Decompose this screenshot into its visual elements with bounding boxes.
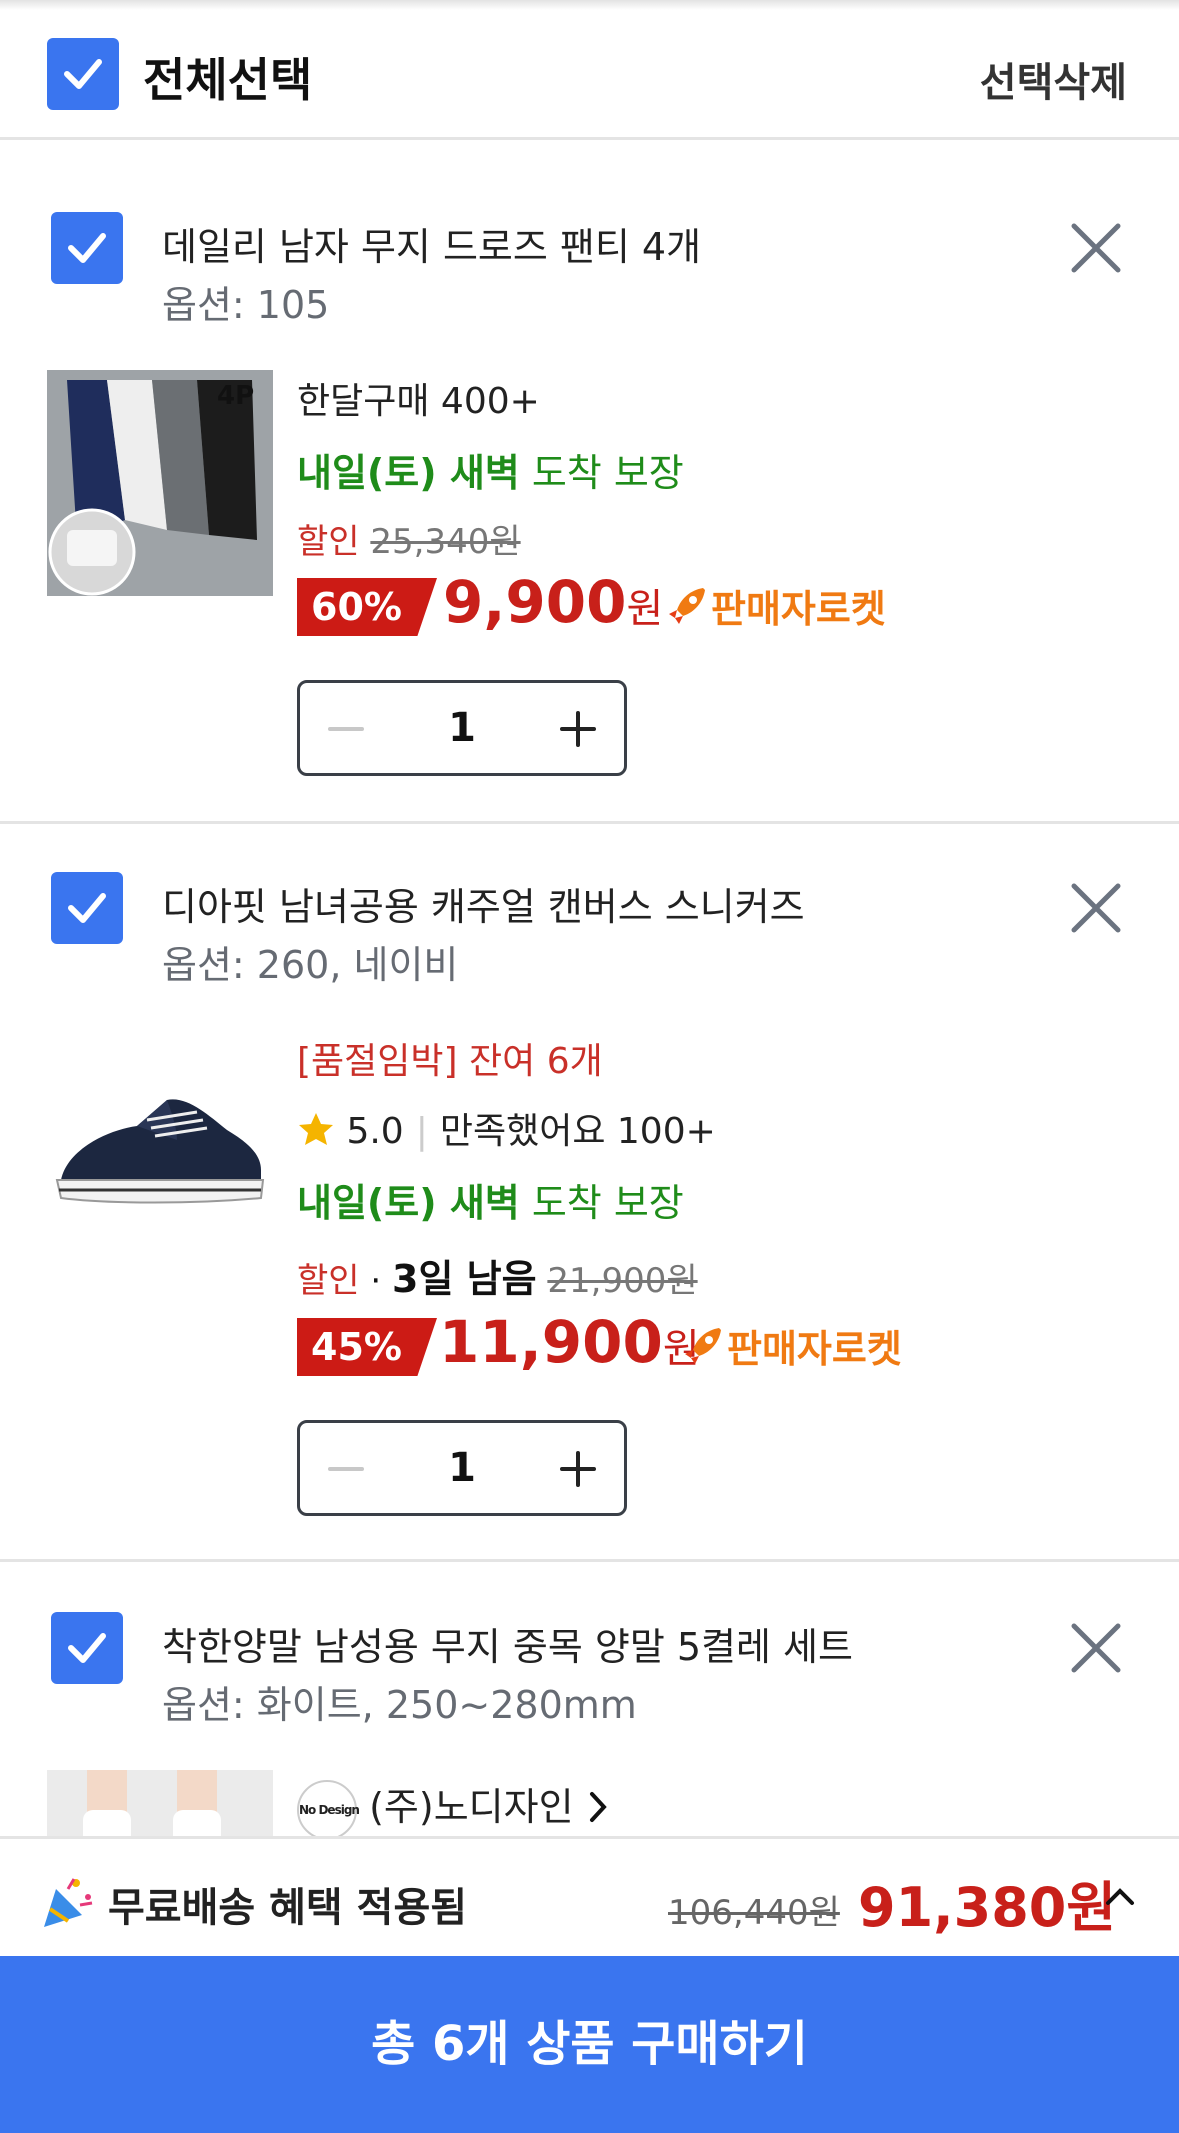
- item-checkbox[interactable]: [51, 1612, 123, 1684]
- party-popper-icon: [44, 1878, 93, 1927]
- order-summary-bar[interactable]: 무료배송 혜택 적용됨 106,440원 91,380원: [0, 1836, 1179, 1956]
- svg-text:4P: 4P: [217, 381, 254, 411]
- price-info: 할인 25,340원: [297, 522, 521, 562]
- cart-item: 착한양말 남성용 무지 중목 양말 5켤레 세트 옵션: 화이트, 250~28…: [0, 1540, 1179, 1836]
- close-icon[interactable]: [1068, 1620, 1124, 1676]
- item-checkbox[interactable]: [51, 212, 123, 284]
- item-option: 옵션: 105: [162, 283, 330, 327]
- free-shipping-notice: 무료배송 혜택 적용됨: [108, 1885, 468, 1931]
- sneaker-image: [55, 1099, 265, 1204]
- rocket-icon: [669, 588, 705, 624]
- underwear-image: 4P: [47, 370, 273, 596]
- check-icon: [64, 59, 102, 89]
- monthly-purchase: 한달구매 400+: [297, 381, 540, 422]
- discount-badge: 45%: [297, 1318, 437, 1376]
- plus-icon[interactable]: [556, 1447, 600, 1491]
- item-name[interactable]: 데일리 남자 무지 드로즈 팬티 4개: [162, 216, 701, 271]
- select-all-label: 전체선택: [143, 53, 313, 107]
- star-icon: [299, 1113, 333, 1145]
- item-option: 옵션: 화이트, 250~280mm: [162, 1683, 637, 1727]
- product-thumbnail[interactable]: [47, 1030, 273, 1256]
- order-total: 91,380원: [858, 1876, 1117, 1939]
- seller-row[interactable]: No Design (주)노디자인: [297, 1776, 610, 1836]
- chevron-right-icon: [589, 1792, 607, 1822]
- cart-item: 데일리 남자 무지 드로즈 팬티 4개 옵션: 105 4P 한달구매 400+…: [0, 140, 1179, 823]
- item-name[interactable]: 디아핏 남녀공용 캐주얼 캔버스 스니커즈: [162, 876, 805, 931]
- rocket-icon: [685, 1328, 721, 1364]
- seller-logo: No Design: [297, 1779, 360, 1836]
- plus-icon[interactable]: [556, 707, 600, 751]
- delivery-promise: 내일(토) 새벽 도착 보장: [297, 1181, 684, 1225]
- product-thumbnail[interactable]: 4P: [47, 370, 273, 596]
- check-icon: [68, 1633, 106, 1663]
- item-checkbox[interactable]: [51, 872, 123, 944]
- discount-badge: 60%: [297, 578, 437, 636]
- check-icon: [68, 233, 106, 263]
- price-info: 할인 · 3일 남음 21,900원: [297, 1257, 698, 1301]
- product-thumbnail[interactable]: [47, 1770, 273, 1836]
- item-option: 옵션: 260, 네이비: [162, 943, 459, 987]
- rating-row: 5.0 | 만족했어요 100+: [297, 1102, 716, 1154]
- item-name[interactable]: 착한양말 남성용 무지 중목 양말 5켤레 세트: [162, 1616, 853, 1671]
- close-icon[interactable]: [1068, 220, 1124, 276]
- seller-rocket-badge: 판매자로켓: [665, 578, 886, 633]
- check-icon: [68, 893, 106, 923]
- quantity-stepper: 1: [297, 1420, 627, 1516]
- chevron-up-icon[interactable]: [1102, 1879, 1138, 1915]
- select-all-checkbox[interactable]: [47, 38, 119, 110]
- quantity-stepper: 1: [297, 680, 627, 776]
- cart-item: 디아핏 남녀공용 캐주얼 캔버스 스니커즈 옵션: 260, 네이비 [품절임박…: [0, 800, 1179, 1560]
- sale-price: 9,900원: [443, 568, 664, 636]
- close-icon[interactable]: [1068, 880, 1124, 936]
- stock-alert: [품절임박] 잔여 6개: [297, 1041, 603, 1082]
- sale-price: 11,900원: [439, 1308, 700, 1376]
- purchase-button[interactable]: 총 6개 상품 구매하기: [0, 1956, 1179, 2133]
- select-all-bar: 전체선택 선택삭제: [0, 0, 1179, 140]
- socks-image: [47, 1770, 273, 1836]
- delete-selected-button[interactable]: 선택삭제: [980, 50, 1127, 108]
- original-total: 106,440원: [668, 1893, 840, 1933]
- seller-rocket-badge: 판매자로켓: [681, 1318, 902, 1373]
- delivery-promise: 내일(토) 새벽 도착 보장: [297, 451, 684, 495]
- seller-name: (주)노디자인: [369, 1785, 574, 1829]
